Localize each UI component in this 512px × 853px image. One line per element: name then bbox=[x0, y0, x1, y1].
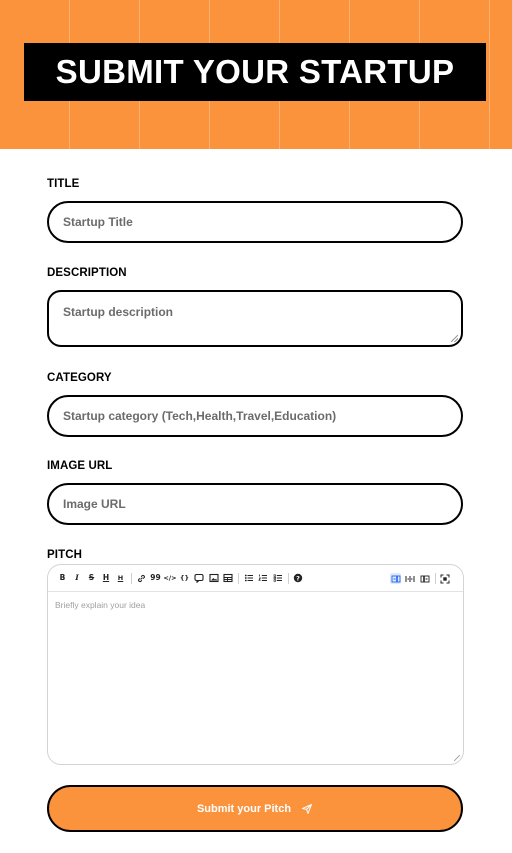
description-label: DESCRIPTION bbox=[47, 267, 127, 279]
comment-icon[interactable] bbox=[194, 573, 205, 584]
quote-button[interactable]: 99 bbox=[150, 573, 161, 584]
unordered-list-icon[interactable] bbox=[243, 573, 254, 584]
toolbar-divider bbox=[434, 573, 436, 584]
page-title: SUBMIT YOUR STARTUP bbox=[55, 53, 455, 90]
title-input[interactable]: Startup Title bbox=[47, 201, 463, 243]
toolbar-divider bbox=[287, 572, 289, 584]
image-url-input[interactable]: Image URL bbox=[47, 483, 463, 525]
toolbar-divider bbox=[238, 572, 239, 584]
fullscreen-icon[interactable] bbox=[440, 573, 451, 584]
ordered-list-icon[interactable] bbox=[258, 573, 269, 584]
hero-title-box: SUBMIT YOUR STARTUP bbox=[24, 43, 486, 101]
resize-handle-icon[interactable] bbox=[454, 755, 460, 761]
image-url-placeholder: Image URL bbox=[63, 497, 126, 511]
pitch-markdown-editor[interactable]: B I S H H 99 </> {} ? Briefly explain yo… bbox=[47, 564, 464, 765]
table-icon[interactable] bbox=[223, 573, 234, 584]
heading1-button[interactable]: H bbox=[101, 573, 112, 584]
category-label: CATEGORY bbox=[47, 372, 112, 384]
description-placeholder: Startup description bbox=[63, 305, 174, 319]
submit-pitch-label: Submit your Pitch bbox=[196, 802, 292, 815]
title-placeholder: Startup Title bbox=[63, 215, 133, 229]
live-mode-icon[interactable] bbox=[405, 573, 416, 584]
pitch-label: PITCH bbox=[47, 549, 82, 561]
edit-mode-icon[interactable] bbox=[390, 573, 401, 584]
svg-text:?: ? bbox=[296, 574, 300, 582]
link-icon[interactable] bbox=[136, 573, 147, 584]
submit-pitch-button[interactable]: Submit your Pitch bbox=[47, 785, 463, 832]
editor-view-controls bbox=[390, 573, 454, 584]
resize-handle-icon[interactable] bbox=[451, 335, 458, 342]
image-url-label: IMAGE URL bbox=[47, 460, 113, 472]
description-textarea[interactable]: Startup description bbox=[47, 290, 463, 347]
category-placeholder: Startup category (Tech,Health,Travel,Edu… bbox=[63, 409, 337, 423]
strikethrough-button[interactable]: S bbox=[86, 573, 97, 584]
bold-button[interactable]: B bbox=[57, 573, 68, 584]
italic-button[interactable]: I bbox=[72, 573, 83, 584]
preview-mode-icon[interactable] bbox=[419, 573, 430, 584]
title-label: TITLE bbox=[47, 178, 80, 190]
code-block-button[interactable]: {} bbox=[179, 573, 190, 584]
heading2-button[interactable]: H bbox=[115, 573, 126, 584]
help-icon[interactable]: ? bbox=[293, 573, 304, 584]
hero-banner: SUBMIT YOUR STARTUP bbox=[0, 0, 512, 149]
editor-toolbar: B I S H H 99 </> {} ? bbox=[48, 565, 463, 592]
pitch-placeholder: Briefly explain your idea bbox=[55, 600, 146, 610]
checklist-icon[interactable] bbox=[272, 573, 283, 584]
image-icon[interactable] bbox=[208, 573, 219, 584]
category-input[interactable]: Startup category (Tech,Health,Travel,Edu… bbox=[47, 395, 463, 437]
code-button[interactable]: </> bbox=[163, 573, 176, 584]
toolbar-divider bbox=[130, 572, 132, 584]
send-icon bbox=[302, 803, 313, 814]
